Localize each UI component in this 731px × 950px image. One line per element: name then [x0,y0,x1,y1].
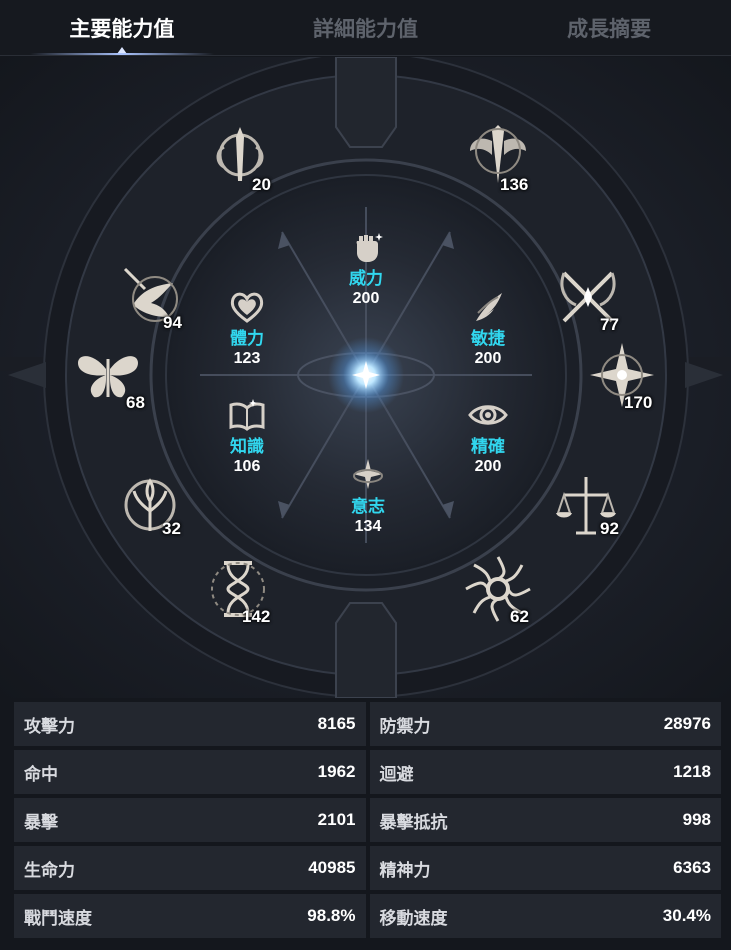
stat-cell-critical: 暴擊 2101 [14,798,366,842]
stat-cell-evasion: 迴避 1218 [369,750,721,794]
rune-compass-star[interactable]: 170 [586,339,658,412]
stat-precision-name: 精確 [471,437,505,456]
rune-value: 77 [600,315,619,334]
rune-crossed-scythes[interactable]: 77 [552,261,624,334]
stat-power-value: 200 [352,290,380,307]
stat-label: 命中 [24,764,58,784]
stat-value: 998 [682,810,711,829]
rune-value: 32 [162,519,181,538]
stat-value: 1218 [673,762,711,781]
stat-stamina-name: 體力 [230,329,264,348]
stat-precision-value: 200 [474,458,502,475]
tab-detailed-stats[interactable]: 詳細能力值 [244,0,488,55]
tab-main-stats[interactable]: 主要能力值 [0,0,244,55]
stat-will-value: 134 [354,518,382,535]
stat-agility[interactable]: 敏捷 200 [448,287,528,369]
rune-scales[interactable]: 92 [550,471,622,543]
stat-will[interactable]: 意志 134 [328,455,408,537]
rune-value: 20 [252,175,271,194]
table-row: 戰鬥速度 98.8% 移動速度 30.4% [14,894,721,938]
stat-label: 迴避 [379,764,414,784]
stat-power[interactable]: 威力 200 [326,227,406,309]
book-icon [229,399,265,431]
stat-label: 移動速度 [379,908,448,928]
stat-precision[interactable]: 精確 200 [448,395,528,477]
table-row: 攻擊力 8165 防禦力 28976 [14,702,721,746]
stat-agility-value: 200 [474,350,502,367]
stat-cell-defense: 防禦力 28976 [369,702,721,746]
rune-winged-blade[interactable]: 136 [462,121,534,194]
stat-value: 30.4% [662,906,711,925]
rune-sword-crest[interactable]: 20 [204,121,276,194]
stat-label: 生命力 [24,860,75,880]
table-row: 命中 1962 迴避 1218 [14,750,721,794]
stat-value: 1962 [317,762,356,781]
rune-value: 68 [126,393,145,412]
rune-value: 170 [624,393,653,412]
stat-cell-hp: 生命力 40985 [14,846,366,890]
stat-label: 防禦力 [379,716,431,736]
heart-icon [230,292,264,323]
stat-cell-attack: 攻擊力 8165 [14,702,366,746]
stat-label: 暴擊抵抗 [379,812,448,832]
stat-cell-mp: 精神力 6363 [369,846,721,890]
active-tab-caret [116,47,127,54]
star-icon [353,459,383,489]
stat-agility-name: 敏捷 [471,329,505,348]
stat-will-name: 意志 [351,497,385,516]
stat-circle-panel: 威力 200 體力 123 敏捷 200 知識 106 精確 200 意志 13… [0,57,731,698]
tab-bar: 主要能力值 詳細能力值 成長摘要 [0,0,731,56]
eye-icon [468,405,508,425]
rune-bird[interactable]: 94 [115,261,187,333]
rune-value: 142 [242,607,271,626]
fist-icon [356,233,383,262]
stat-stamina[interactable]: 體力 123 [207,287,287,369]
stat-knowledge-name: 知識 [230,437,264,456]
stat-label: 戰鬥速度 [24,908,92,928]
stat-knowledge[interactable]: 知識 106 [207,395,287,477]
stat-knowledge-value: 106 [233,458,261,475]
stat-cell-move-speed: 移動速度 30.4% [369,894,721,938]
rune-value: 92 [600,519,619,538]
stat-stamina-value: 123 [233,350,261,367]
stat-cell-critical-resist: 暴擊抵抗 998 [369,798,721,842]
stat-power-name: 威力 [349,269,383,288]
stat-value: 40985 [308,858,356,877]
stat-value: 2101 [317,810,356,829]
stat-value: 8165 [317,714,356,733]
rune-butterfly[interactable]: 68 [72,339,145,412]
rune-value: 136 [500,175,529,194]
table-row: 暴擊 2101 暴擊抵抗 998 [14,798,721,842]
feather-icon [476,293,502,321]
stat-value: 98.8% [307,906,356,925]
stat-value: 6363 [673,858,711,877]
rune-tree[interactable]: 32 [114,471,186,543]
stat-label: 精神力 [379,860,431,880]
stat-cell-accuracy: 命中 1962 [14,750,366,794]
tab-growth-summary[interactable]: 成長摘要 [487,0,731,55]
rune-value: 94 [163,313,182,332]
rune-hourglass[interactable]: 142 [202,553,274,626]
stat-label: 暴擊 [24,812,58,832]
table-row: 生命力 40985 精神力 6363 [14,846,721,890]
rune-value: 62 [510,607,529,626]
stat-cell-combat-speed: 戰鬥速度 98.8% [14,894,366,938]
stat-label: 攻擊力 [24,716,75,736]
combat-stats-table: 攻擊力 8165 防禦力 28976 命中 1962 迴避 1218 暴擊 2101 暴擊… [14,702,721,942]
rune-swirl-sun[interactable]: 62 [462,553,534,626]
stat-value: 28976 [663,714,711,733]
